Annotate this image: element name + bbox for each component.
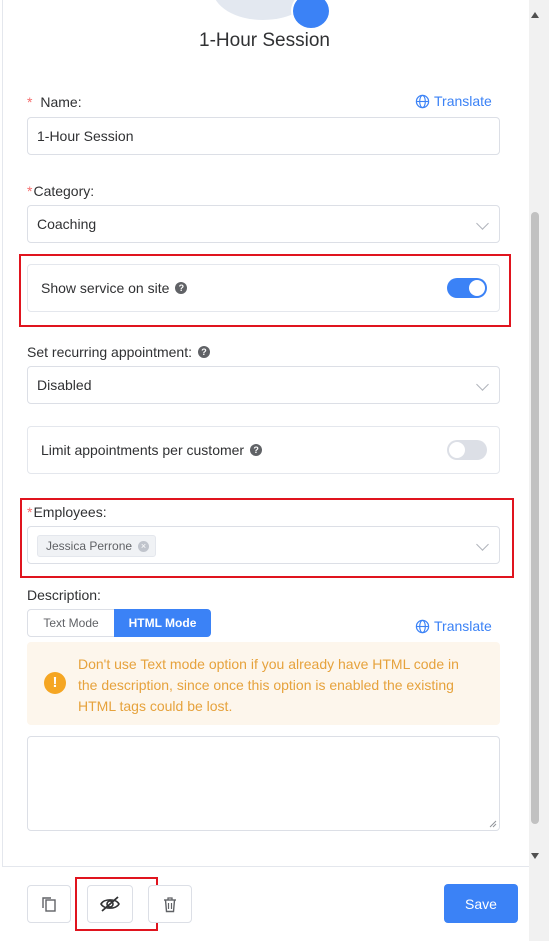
warning-alert: ! Don't use Text mode option if you alre… [27, 642, 500, 725]
warning-text: Don't use Text mode option if you alread… [78, 656, 459, 714]
scroll-down-icon[interactable] [531, 853, 539, 859]
help-icon[interactable]: ? [197, 346, 210, 358]
name-label: * Name: [27, 94, 82, 110]
limit-card: Limit appointments per customer? [27, 426, 500, 474]
scrollbar-thumb[interactable] [531, 212, 539, 824]
name-translate-link[interactable]: Translate [415, 93, 492, 109]
limit-label: Limit appointments per customer? [41, 442, 263, 458]
text-mode-button[interactable]: Text Mode [27, 609, 115, 637]
required-mark: * [27, 94, 33, 110]
copy-icon [42, 896, 56, 912]
chevron-down-icon [476, 378, 489, 391]
name-input-value: 1-Hour Session [37, 128, 134, 144]
scroll-up-icon[interactable] [531, 12, 539, 18]
trash-icon [164, 896, 176, 912]
html-mode-button[interactable]: HTML Mode [114, 609, 211, 637]
category-label: *Category: [27, 183, 95, 199]
duplicate-button[interactable] [27, 885, 71, 923]
service-title: 1-Hour Session [199, 30, 330, 51]
highlight-box [20, 498, 514, 578]
chevron-down-icon [476, 217, 489, 230]
globe-icon [415, 619, 430, 633]
limit-toggle[interactable] [447, 440, 487, 460]
highlight-box [75, 877, 158, 931]
recurring-label: Set recurring appointment:? [27, 344, 210, 360]
category-value: Coaching [37, 216, 97, 232]
description-textarea[interactable] [27, 736, 500, 831]
delete-button[interactable] [148, 885, 192, 923]
help-icon[interactable]: ? [250, 444, 263, 456]
highlight-box [19, 254, 511, 327]
recurring-select[interactable]: Disabled [27, 366, 500, 404]
translate-label: Translate [434, 618, 492, 634]
warning-icon: ! [44, 672, 66, 694]
globe-icon [415, 94, 430, 108]
description-translate-link[interactable]: Translate [415, 618, 492, 634]
resize-handle-icon[interactable] [489, 820, 497, 828]
description-label: Description: [27, 587, 101, 603]
category-select[interactable]: Coaching [27, 205, 500, 243]
required-mark: * [27, 183, 33, 199]
save-button[interactable]: Save [444, 884, 518, 923]
translate-label: Translate [434, 93, 492, 109]
recurring-value: Disabled [37, 377, 92, 393]
name-input[interactable]: 1-Hour Session [27, 117, 500, 155]
